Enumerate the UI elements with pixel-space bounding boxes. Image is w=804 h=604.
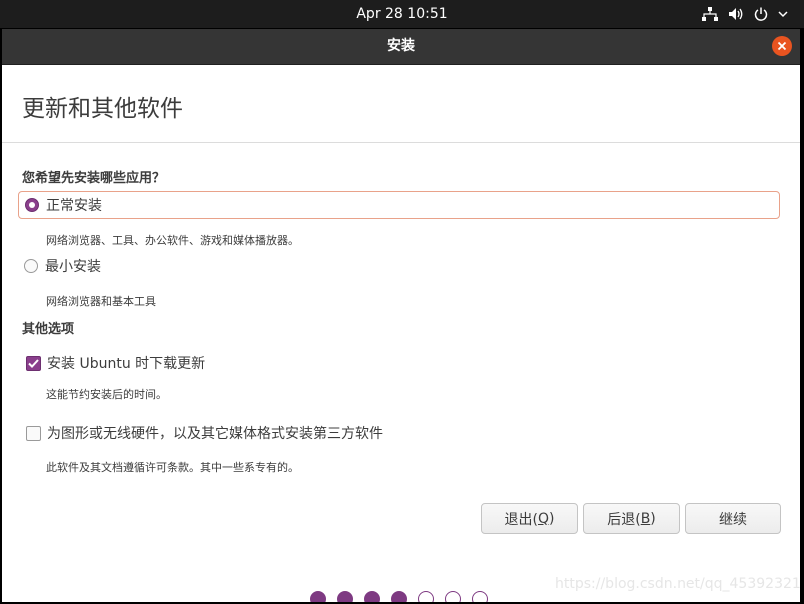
close-button[interactable] (772, 36, 792, 56)
checkbox-download-updates[interactable]: 安装 Ubuntu 时下载更新 (18, 349, 780, 377)
progress-dot (337, 591, 353, 602)
progress-dots (310, 591, 488, 602)
option-description: 此软件及其文档遵循许可条款。其中一些系专有的。 (46, 461, 299, 474)
quit-label-end: ) (549, 510, 555, 527)
option-description: 这能节约安装后的时间。 (46, 388, 167, 401)
installer-window: 安装 更新和其他软件 您希望先安装哪些应用？ 正常安装 网络浏览器、工具、办公软… (2, 29, 800, 602)
radio-button-checked[interactable] (25, 198, 39, 212)
option-label: 为图形或无线硬件，以及其它媒体格式安装第三方软件 (47, 426, 383, 442)
window-title: 安装 (387, 38, 415, 54)
divider (2, 142, 800, 143)
close-icon (777, 41, 787, 51)
other-options-heading: 其他选项 (22, 322, 75, 337)
quit-label: 退出( (504, 511, 538, 528)
back-button[interactable]: 后退(B) (583, 503, 680, 534)
option-description: 网络浏览器和基本工具 (46, 295, 156, 308)
volume-icon[interactable] (728, 7, 744, 21)
checkmark-icon (28, 358, 39, 368)
chevron-down-icon[interactable] (778, 10, 788, 18)
radio-minimal-install[interactable]: 最小安装 (18, 252, 780, 280)
network-icon[interactable] (702, 7, 718, 21)
system-tray[interactable] (702, 0, 788, 28)
back-mnemonic: B (640, 510, 651, 527)
back-label: 后退( (607, 511, 641, 528)
checkbox[interactable] (26, 425, 41, 441)
progress-dot (391, 591, 407, 602)
progress-dot (418, 591, 434, 602)
option-description: 网络浏览器、工具、办公软件、游戏和媒体播放器。 (46, 234, 299, 247)
option-label: 最小安装 (45, 259, 101, 275)
title-bar: 安装 (2, 29, 800, 65)
progress-dot (310, 591, 326, 602)
checkbox-third-party[interactable]: 为图形或无线硬件，以及其它媒体格式安装第三方软件 (18, 419, 780, 447)
clock[interactable]: Apr 28 10:51 (0, 0, 804, 28)
page-title: 更新和其他软件 (22, 96, 183, 122)
radio-normal-install[interactable]: 正常安装 (18, 191, 780, 219)
option-label: 正常安装 (46, 198, 102, 214)
quit-button[interactable]: 退出(Q) (481, 503, 578, 534)
checkbox-checked[interactable] (26, 355, 41, 371)
quit-mnemonic: Q (537, 510, 550, 527)
progress-dot (472, 591, 488, 602)
radio-button[interactable] (24, 259, 38, 273)
back-label-end: ) (650, 510, 656, 527)
question-heading: 您希望先安装哪些应用？ (22, 171, 166, 186)
power-icon[interactable] (754, 7, 768, 21)
watermark: https://blog.csdn.net/qq_45392321 (555, 576, 800, 592)
top-bar: Apr 28 10:51 (0, 0, 804, 28)
progress-dot (445, 591, 461, 602)
option-label: 安装 Ubuntu 时下载更新 (47, 356, 206, 372)
progress-dot (364, 591, 380, 602)
continue-button[interactable]: 继续 (685, 503, 781, 534)
